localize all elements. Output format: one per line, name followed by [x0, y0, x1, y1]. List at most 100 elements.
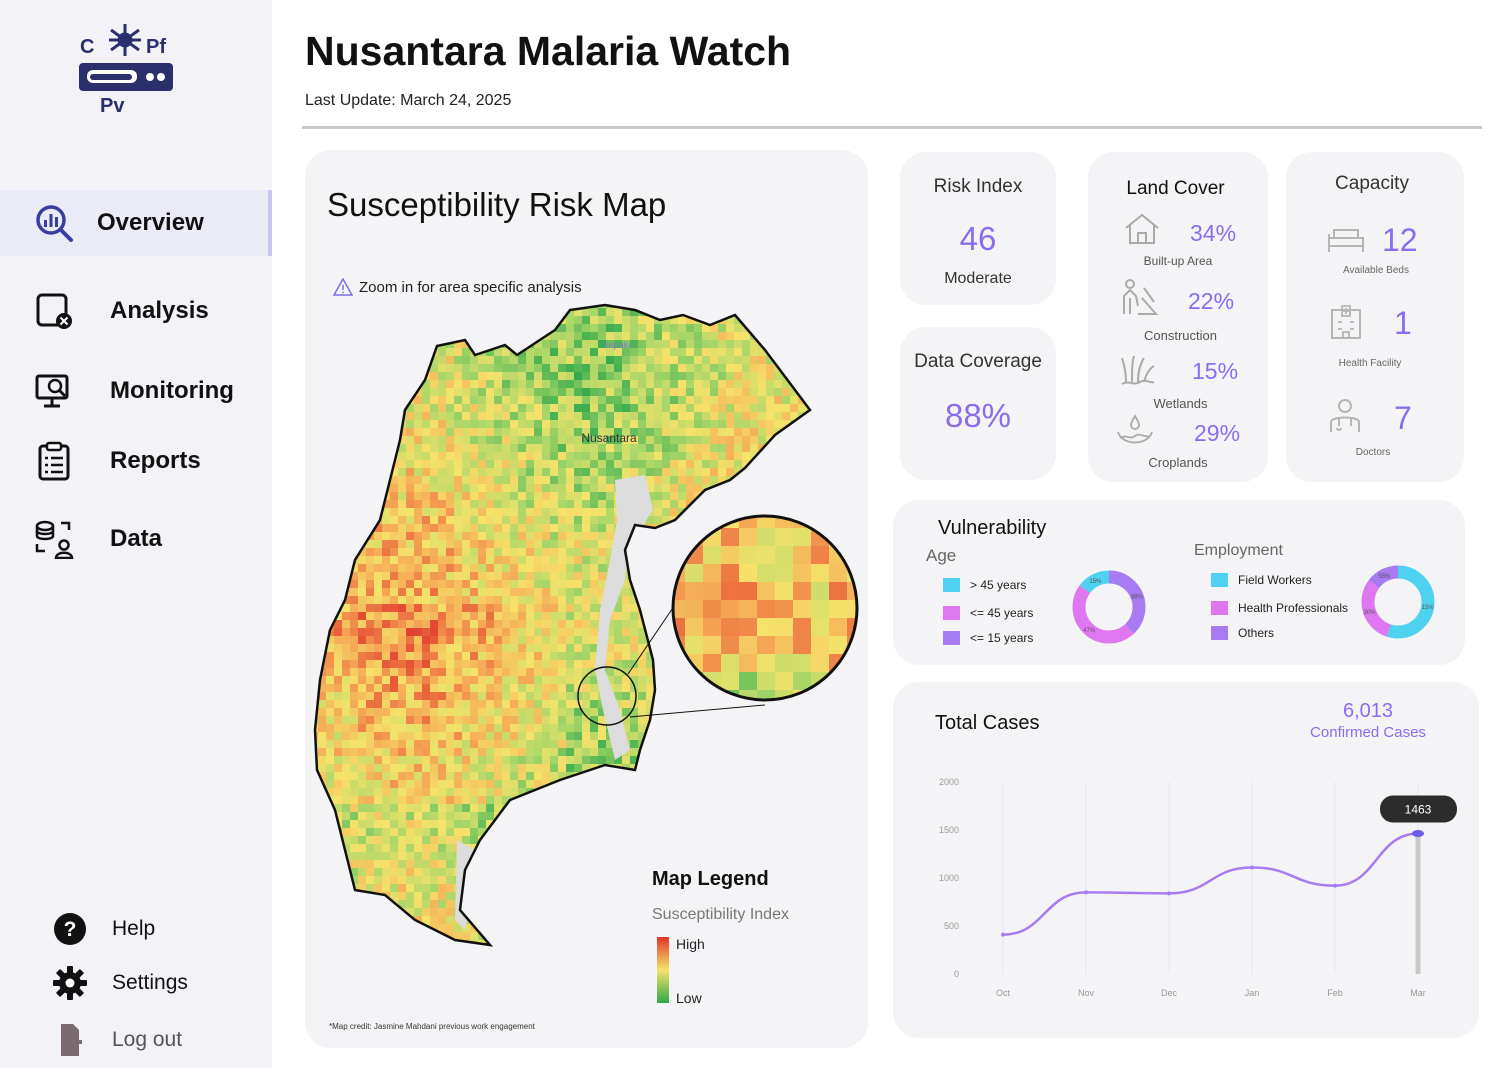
- land-cover-pct-croplands: 29%: [1194, 420, 1241, 446]
- data-coverage-card: Data Coverage 88%: [900, 327, 1056, 480]
- x-tick-label: Oct: [996, 988, 1011, 998]
- employment-legend-label: Others: [1238, 626, 1275, 640]
- nav-overview[interactable]: Overview: [0, 190, 272, 256]
- age-legend-label: <= 15 years: [970, 631, 1034, 645]
- land-cover-label-construction: Construction: [1144, 328, 1217, 343]
- risk-index-value: 46: [959, 220, 997, 257]
- employment-donut-chart: 15% 30% 55%: [1361, 565, 1435, 639]
- y-tick-label: 500: [944, 921, 959, 931]
- x-tick-label: Nov: [1078, 988, 1095, 998]
- bed-icon: [1328, 229, 1364, 252]
- cases-data-point[interactable]: [1333, 883, 1337, 888]
- irrigation-icon: [1117, 414, 1153, 444]
- nav-data[interactable]: Data: [0, 506, 272, 572]
- employment-legend-label: Field Workers: [1238, 573, 1312, 587]
- highlighted-point[interactable]: [1412, 830, 1424, 838]
- logout-button[interactable]: Log out: [52, 1020, 182, 1060]
- nav-label: Analysis: [110, 297, 209, 324]
- employment-donut-slice-label: 55%: [1378, 574, 1391, 580]
- legend-subtitle: Susceptibility Index: [652, 906, 789, 923]
- map-label-nusantara: Nusantara: [581, 431, 637, 445]
- capacity-label-doctors: Doctors: [1355, 447, 1391, 458]
- cases-data-point[interactable]: [1250, 865, 1254, 870]
- age-legend-item: <= 15 years: [943, 631, 1033, 645]
- settings-label: Settings: [112, 971, 188, 994]
- logo-letter-c: C: [80, 36, 94, 58]
- employment-title: Employment: [1194, 542, 1283, 559]
- x-tick-label: Dec: [1161, 988, 1178, 998]
- age-legend-swatch: [943, 606, 960, 620]
- capacity-label-facility: Health Facility: [1338, 358, 1402, 369]
- help-button[interactable]: ? Help: [52, 909, 155, 949]
- map-card: Susceptibility Risk Map Zoom in for area…: [305, 150, 868, 1048]
- logo-letter-pv: Pv: [100, 95, 125, 117]
- nav-reports[interactable]: Reports: [0, 428, 272, 494]
- nav-analysis[interactable]: Analysis: [0, 278, 272, 344]
- legend-low: Low: [676, 990, 702, 1006]
- employment-legend-swatch: [1211, 601, 1228, 615]
- employment-legend-item: Health Professionals: [1211, 601, 1348, 615]
- y-tick-label: 1500: [939, 825, 959, 835]
- logout-label: Log out: [112, 1028, 183, 1051]
- employment-donut-slice-label: 30%: [1363, 610, 1376, 616]
- monitoring-icon: [35, 374, 69, 408]
- capacity-value-beds: 12: [1382, 222, 1418, 258]
- settings-button[interactable]: Settings: [52, 963, 188, 1003]
- capacity-value-facility: 1: [1394, 305, 1412, 341]
- cases-series-line: [1002, 832, 1419, 936]
- wetland-grass-icon: [1121, 355, 1155, 385]
- age-legend-label: <= 45 years: [970, 606, 1034, 620]
- header-divider: [302, 126, 1482, 129]
- age-donut-slice-label: 15%: [1089, 579, 1102, 585]
- land-cover-label-wetlands: Wetlands: [1153, 396, 1208, 411]
- employment-legend-item: Others: [1211, 626, 1274, 640]
- help-icon: ?: [54, 913, 86, 945]
- nav-label: Reports: [110, 447, 201, 474]
- legend-high: High: [676, 936, 705, 952]
- capacity-title: Capacity: [1335, 173, 1409, 194]
- gear-icon: [53, 966, 87, 1000]
- risk-index-level: Moderate: [944, 270, 1012, 287]
- age-donut-slice-label: 38%: [1131, 594, 1144, 600]
- search-chart-icon: [36, 205, 73, 242]
- cases-data-point[interactable]: [1084, 890, 1088, 895]
- age-legend-label: > 45 years: [970, 578, 1027, 592]
- cases-data-point[interactable]: [1167, 891, 1171, 896]
- employment-legend-swatch: [1211, 626, 1228, 640]
- tooltip-value: 1463: [1405, 803, 1432, 817]
- age-legend-swatch: [943, 631, 960, 645]
- doctor-icon: [1330, 399, 1360, 432]
- map-credit: *Map credit: Jasmine Mahdani previous wo…: [329, 1022, 535, 1031]
- legend-title: Map Legend: [652, 868, 769, 890]
- land-cover-pct-construction: 22%: [1188, 288, 1235, 314]
- nav-label: Monitoring: [110, 377, 234, 404]
- map-label-sepaku: Sepaku: [603, 340, 634, 350]
- database-user-icon: [35, 520, 74, 559]
- x-tick-label: Feb: [1327, 988, 1343, 998]
- sidebar: C Pf Pv Overview Analysis Monitoring Rep…: [0, 0, 272, 1068]
- x-tick-label: Jan: [1245, 988, 1260, 998]
- employment-donut-slice-label: 15%: [1422, 605, 1435, 611]
- age-legend-swatch: [943, 578, 960, 592]
- clipboard-icon: [38, 441, 70, 481]
- land-cover-card: Land Cover 34% Built-up Area 22% Constru…: [1088, 152, 1268, 482]
- total-cases-card: Total Cases 6,013 Confirmed Cases Oct Nov…: [893, 682, 1479, 1038]
- risk-index-card: Risk Index 46 Moderate: [900, 152, 1056, 305]
- house-icon: [1125, 213, 1159, 244]
- y-tick-label: 2000: [939, 777, 959, 787]
- hospital-icon: [1331, 305, 1361, 339]
- vulnerability-title: Vulnerability: [938, 517, 1047, 539]
- construction-worker-icon: [1123, 279, 1159, 315]
- land-cover-label-built-up: Built-up Area: [1143, 254, 1213, 268]
- land-cover-label-croplands: Croplands: [1148, 455, 1208, 470]
- nav-label: Data: [110, 525, 163, 552]
- risk-index-title: Risk Index: [933, 176, 1023, 197]
- land-cover-pct-built-up: 34%: [1190, 220, 1237, 246]
- logo: C Pf Pv: [79, 24, 173, 117]
- cases-data-point[interactable]: [1001, 932, 1005, 937]
- age-donut-slice-label: 47%: [1083, 628, 1096, 634]
- nav-monitoring[interactable]: Monitoring: [0, 358, 272, 424]
- tooltip-stem: [1415, 833, 1421, 974]
- total-cases-line-chart: Oct Nov Dec Jan Feb Mar 0 500 1000 1500 2000 1463: [939, 777, 1457, 998]
- legend-color-bar: [657, 937, 669, 1003]
